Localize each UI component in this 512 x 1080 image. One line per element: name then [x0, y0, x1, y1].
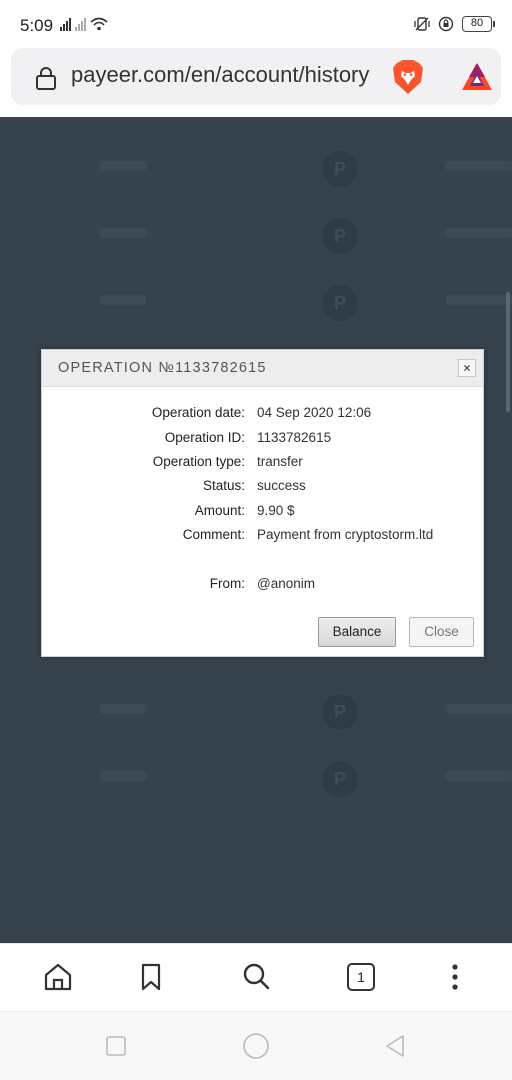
operation-dialog: OPERATION №1133782615 × Operation date: …	[41, 349, 484, 657]
field-value: 1133782615	[257, 430, 332, 445]
dialog-header: OPERATION №1133782615 ×	[42, 350, 483, 387]
history-row-text	[100, 704, 146, 714]
history-row-text	[100, 228, 146, 238]
payeer-logo-icon: P	[322, 218, 358, 254]
url-text[interactable]: payeer.com/en/account/history	[71, 62, 377, 88]
recents-icon[interactable]	[105, 1035, 127, 1057]
payeer-logo-icon: P	[322, 761, 358, 797]
field-label: Comment:	[182, 527, 245, 542]
history-row: P	[0, 216, 512, 256]
history-row-text	[100, 771, 146, 781]
tabs-button[interactable]: 1	[347, 963, 375, 991]
url-bar[interactable]: payeer.com/en/account/history	[11, 48, 501, 105]
home-nav-icon[interactable]	[242, 1032, 270, 1060]
lock-icon	[36, 67, 56, 90]
history-row-amount	[446, 704, 512, 714]
close-icon[interactable]: ×	[458, 359, 476, 377]
history-row-amount	[446, 295, 512, 305]
search-icon[interactable]	[240, 961, 272, 993]
close-button[interactable]: Close	[409, 617, 474, 647]
field-label: From:	[209, 576, 245, 591]
battery-indicator: 80	[462, 16, 495, 32]
back-nav-icon[interactable]	[383, 1034, 407, 1058]
scrollbar[interactable]	[506, 292, 510, 412]
status-bar: 5:09 80	[0, 0, 512, 46]
history-row: P	[0, 759, 512, 799]
history-row: P	[0, 283, 512, 323]
field-value: Payment from cryptostorm.ltd	[257, 527, 434, 542]
vibrate-icon	[414, 17, 430, 31]
field-operation-type: Operation type: transfer	[42, 451, 483, 473]
history-row-amount	[446, 228, 512, 238]
field-value: transfer	[257, 454, 303, 469]
bat-rewards-icon[interactable]	[461, 62, 493, 92]
home-icon[interactable]	[42, 961, 74, 993]
field-label: Operation ID:	[164, 430, 245, 445]
payeer-logo-icon: P	[322, 151, 358, 187]
wifi-icon	[90, 17, 108, 31]
field-value: @anonim	[257, 576, 315, 591]
history-row: P	[0, 692, 512, 732]
balance-button[interactable]: Balance	[318, 617, 396, 647]
rotation-lock-icon	[438, 16, 454, 32]
signal-icon	[60, 18, 71, 31]
history-row-amount	[446, 771, 512, 781]
history-row-amount	[446, 161, 512, 171]
payeer-logo-icon: P	[322, 285, 358, 321]
field-comment: Comment: Payment from cryptostorm.ltd	[42, 524, 483, 546]
field-label: Operation type:	[152, 454, 245, 469]
field-label: Operation date:	[151, 405, 245, 420]
status-left-icons	[60, 17, 108, 31]
status-time: 5:09	[20, 16, 54, 35]
history-row: P	[0, 149, 512, 189]
dialog-title: OPERATION №1133782615	[58, 360, 267, 376]
field-label: Status:	[202, 478, 245, 493]
field-value: 04 Sep 2020 12:06	[257, 405, 372, 420]
field-status: Status: success	[42, 475, 483, 497]
history-row-text	[100, 161, 146, 171]
payeer-logo-icon: P	[322, 694, 358, 730]
field-value: 9.90 $	[257, 503, 295, 518]
menu-icon[interactable]	[439, 961, 471, 993]
bookmark-icon[interactable]	[135, 961, 167, 993]
brave-shields-icon[interactable]	[391, 59, 425, 95]
field-from: From: @anonim	[42, 573, 483, 595]
signal-secondary-icon	[75, 18, 86, 31]
field-value: success	[257, 478, 306, 493]
field-operation-id: Operation ID: 1133782615	[42, 427, 483, 449]
field-amount: Amount: 9.90 $	[42, 500, 483, 522]
status-right-icons: 80	[414, 16, 495, 32]
field-label: Amount:	[194, 503, 245, 518]
history-row-text	[100, 295, 146, 305]
field-operation-date: Operation date: 04 Sep 2020 12:06	[42, 402, 483, 424]
